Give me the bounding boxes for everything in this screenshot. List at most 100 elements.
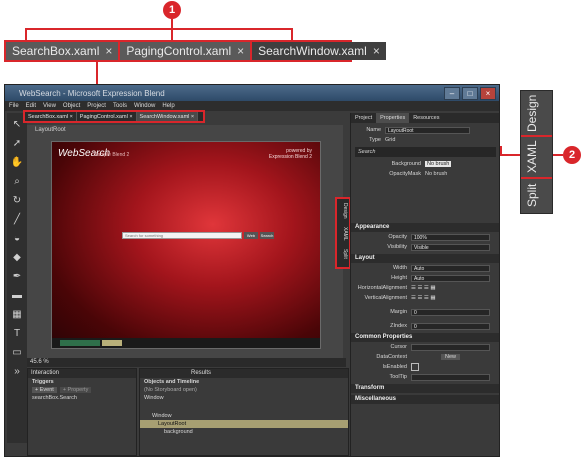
- zoom-icon[interactable]: ⌕: [9, 173, 25, 189]
- add-event-button[interactable]: + Event: [32, 387, 57, 393]
- datacontext-row: DataContext New: [351, 352, 499, 362]
- blend-window: WebSearch - Microsoft Expression Blend –…: [4, 84, 500, 457]
- objects-timeline-panel: Results Objects and Timeline (No Storybo…: [139, 368, 349, 456]
- height-row: Height Auto: [351, 273, 499, 283]
- zoom-view-split[interactable]: Split: [525, 179, 549, 211]
- miscellaneous-section[interactable]: Miscellaneous: [351, 395, 499, 404]
- callout-line: [171, 28, 173, 40]
- rectangle-icon[interactable]: ▬: [9, 287, 25, 303]
- minimize-button[interactable]: –: [444, 87, 460, 100]
- asset-library-icon[interactable]: »: [9, 363, 25, 379]
- menu-file[interactable]: File: [9, 101, 19, 111]
- maximize-button[interactable]: □: [462, 87, 478, 100]
- isenabled-checkbox[interactable]: [411, 363, 419, 371]
- callout-line: [291, 28, 293, 40]
- datacontext-new-button[interactable]: New: [441, 354, 461, 360]
- paint-bucket-icon[interactable]: ◒: [9, 230, 25, 246]
- view-mode-tabs: Design XAML Split: [335, 197, 351, 269]
- zoom-tab-pagingcontrol[interactable]: PagingControl.xaml ×: [120, 42, 253, 60]
- zoomed-view-tabs: Design XAML Split: [520, 90, 553, 214]
- tree-item-window[interactable]: Window: [140, 394, 348, 402]
- name-row: Name LayoutRoot: [351, 125, 499, 135]
- zoom-view-design[interactable]: Design: [525, 93, 549, 133]
- background-value[interactable]: No brush: [425, 161, 452, 167]
- width-row: Width Auto: [351, 263, 499, 273]
- tab-resources[interactable]: Resources: [409, 113, 443, 123]
- pen-icon[interactable]: ✒: [9, 268, 25, 284]
- tab-properties[interactable]: Properties: [376, 113, 410, 123]
- zoom-tab-searchbox[interactable]: SearchBox.xaml ×: [6, 42, 121, 60]
- objects-title: Objects and Timeline: [144, 379, 200, 385]
- view-tab-split[interactable]: Split: [338, 249, 348, 259]
- canvas-web-button[interactable]: Web: [244, 232, 258, 239]
- cursor-row: Cursor: [351, 342, 499, 352]
- properties-search[interactable]: Search: [355, 149, 375, 155]
- tree-item-layoutroot[interactable]: LayoutRoot: [140, 420, 348, 428]
- tree-item-background[interactable]: background: [140, 428, 348, 436]
- grid-icon[interactable]: ▦: [9, 306, 25, 322]
- view-tab-xaml[interactable]: XAML: [338, 227, 348, 241]
- tab-pagingcontrol[interactable]: PagingControl.xaml ×: [77, 112, 137, 121]
- close-button[interactable]: ×: [480, 87, 496, 100]
- objects-header: Results: [140, 369, 348, 378]
- close-icon[interactable]: ×: [129, 114, 132, 120]
- visibility-select[interactable]: Visible: [411, 243, 490, 251]
- zoom-tab-searchwindow[interactable]: SearchWindow.xaml ×: [252, 42, 386, 60]
- artboard[interactable]: LayoutRoot WebSearch Sample Blend 2 powe…: [27, 125, 343, 358]
- breadcrumb[interactable]: LayoutRoot: [35, 127, 66, 133]
- cursor-select[interactable]: [411, 343, 490, 351]
- tab-results[interactable]: Results: [191, 370, 211, 376]
- trigger-buttons: + Event + Property: [28, 386, 136, 394]
- view-tab-design[interactable]: Design: [338, 203, 348, 219]
- isenabled-row: IsEnabled: [351, 362, 499, 372]
- tooltip-field[interactable]: [411, 373, 490, 381]
- zoomed-document-tabs: SearchBox.xaml × PagingControl.xaml × Sear…: [4, 40, 386, 62]
- margin-field[interactable]: 0: [411, 308, 490, 316]
- toolbox: ↖ ➚ ✋ ⌕ ↻ ╱ ◒ ◆ ✒ ▬ ▦ T ▭ »: [7, 113, 27, 443]
- textblock-icon[interactable]: T: [9, 325, 25, 341]
- opacitymask-row: OpacityMask No brush: [389, 171, 448, 177]
- tab-project[interactable]: Project: [351, 113, 376, 123]
- transform-section[interactable]: Transform: [351, 384, 499, 393]
- interaction-header: Interaction: [28, 369, 136, 378]
- common-properties-section[interactable]: Common Properties: [351, 333, 499, 342]
- close-icon[interactable]: ×: [70, 114, 73, 120]
- design-canvas[interactable]: WebSearch Sample Blend 2 powered by Expre…: [51, 141, 321, 349]
- horizontal-alignment-row: HorizontalAlignment ☰ ☰ ☰ ▦: [357, 285, 436, 291]
- zindex-field[interactable]: 0: [411, 322, 490, 330]
- close-icon[interactable]: ×: [191, 114, 194, 120]
- canvas-footer-thumb: [102, 340, 122, 346]
- pan-icon[interactable]: ✋: [9, 154, 25, 170]
- name-field[interactable]: LayoutRoot: [385, 126, 470, 134]
- button-icon[interactable]: ▭: [9, 344, 25, 360]
- canvas-search-box[interactable]: Search for something: [122, 232, 242, 239]
- opacity-field[interactable]: 100%: [411, 233, 490, 241]
- close-icon[interactable]: ×: [373, 44, 380, 58]
- trigger-item[interactable]: searchBox.Search: [28, 394, 136, 402]
- zoom-view-xaml[interactable]: XAML: [525, 139, 549, 175]
- appearance-section[interactable]: Appearance: [351, 223, 499, 232]
- canvas-search-button[interactable]: Search: [260, 232, 274, 239]
- brush-transform-icon[interactable]: ◆: [9, 249, 25, 265]
- close-icon[interactable]: ×: [237, 44, 244, 58]
- tab-searchwindow[interactable]: SearchWindow.xaml ×: [136, 112, 199, 121]
- width-field[interactable]: Auto: [411, 264, 490, 272]
- tab-searchbox[interactable]: SearchBox.xaml ×: [25, 112, 77, 121]
- tab-interaction[interactable]: Interaction: [31, 370, 59, 376]
- add-property-button[interactable]: + Property: [59, 387, 92, 393]
- callout-line: [25, 28, 293, 30]
- eyedropper-icon[interactable]: ╱: [9, 211, 25, 227]
- zoom-level[interactable]: 45.6 %: [30, 359, 49, 365]
- storyboard-select[interactable]: (No Storyboard open): [140, 386, 348, 394]
- vertical-alignment-row: VerticalAlignment ☰ ☰ ☰ ▦: [364, 295, 436, 301]
- tree-item-window-child[interactable]: Window: [140, 412, 348, 420]
- close-icon[interactable]: ×: [105, 44, 112, 58]
- valign-buttons[interactable]: ☰ ☰ ☰ ▦: [411, 295, 436, 301]
- zoom-status-bar: 45.6 %: [27, 358, 346, 367]
- halign-buttons[interactable]: ☰ ☰ ☰ ▦: [411, 285, 436, 291]
- height-field[interactable]: Auto: [411, 274, 490, 282]
- direct-select-icon[interactable]: ➚: [9, 135, 25, 151]
- type-row: Type Grid: [369, 137, 396, 143]
- camera-orbit-icon[interactable]: ↻: [9, 192, 25, 208]
- layout-section[interactable]: Layout: [351, 254, 499, 263]
